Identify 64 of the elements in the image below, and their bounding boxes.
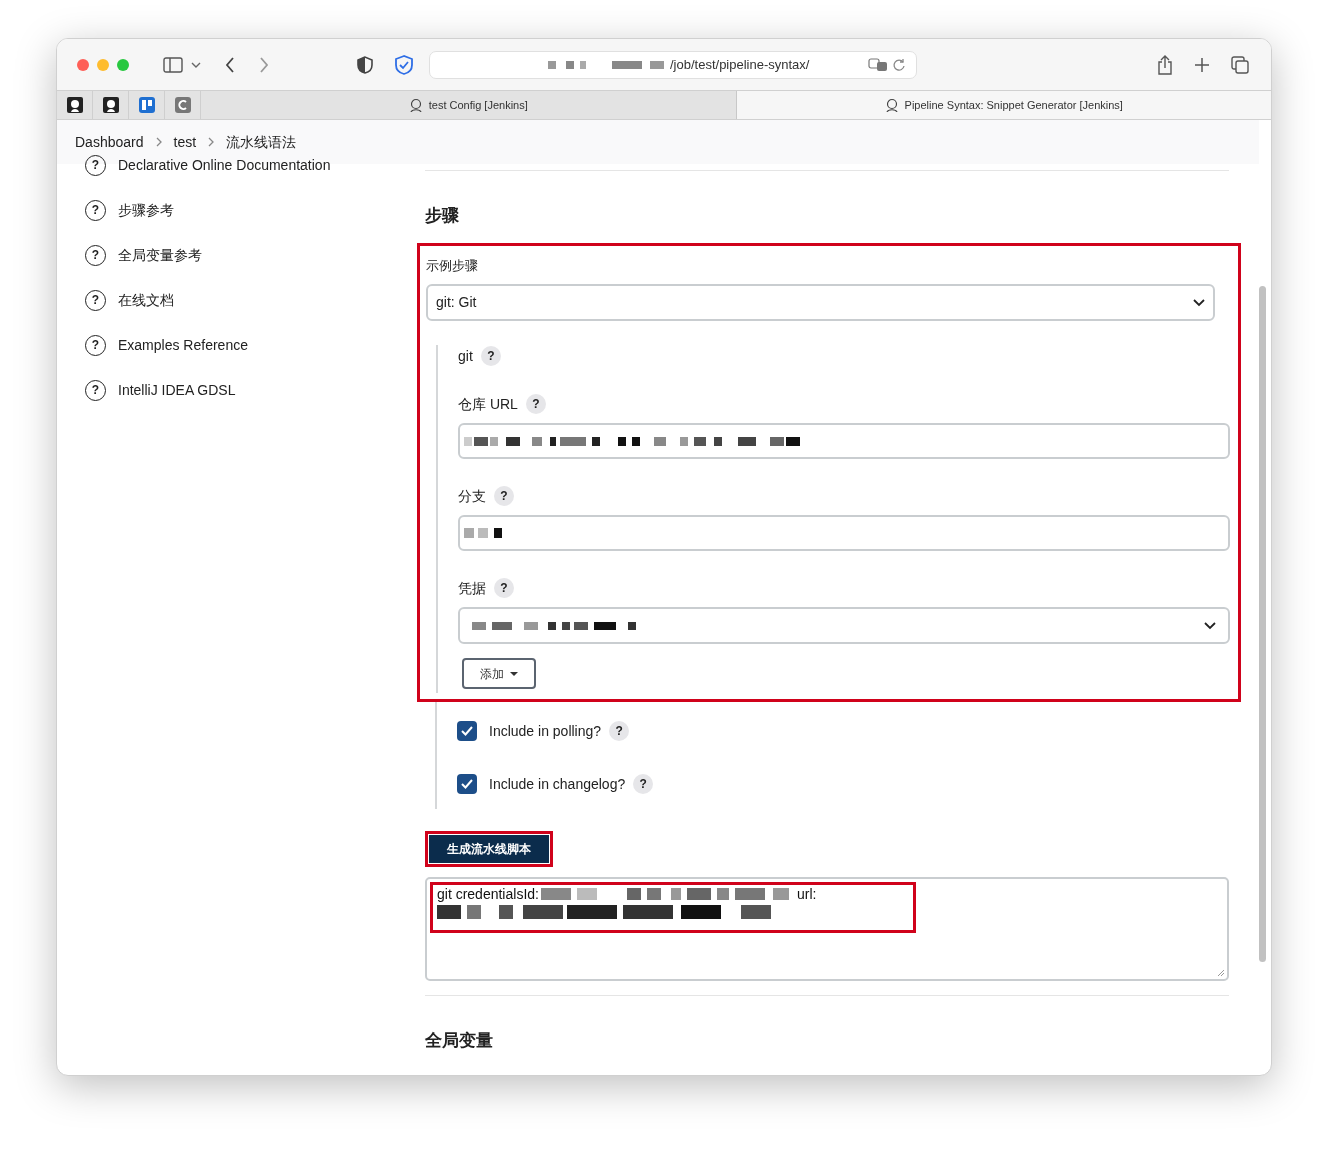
script-output-area[interactable]: git credentialsId: url: [425, 877, 1229, 981]
tab-title: test Config [Jenkins] [428, 97, 528, 113]
checkmark-icon [461, 726, 473, 736]
step-select[interactable]: git: Git [426, 284, 1215, 321]
script-text: url: [796, 885, 817, 903]
caret-icon [510, 671, 518, 676]
sidebar-link[interactable]: ? IntelliJ IDEA GDSL [85, 377, 425, 403]
field-label: 分支 [458, 486, 486, 506]
checkbox-label: Include in changelog? [489, 774, 626, 794]
board-icon [138, 97, 155, 113]
scrollbar-thumb[interactable] [1259, 286, 1266, 962]
tabs-overview-icon[interactable] [1231, 55, 1249, 74]
sidebar-link[interactable]: ? 步骤参考 [85, 197, 425, 223]
breadcrumb-link[interactable]: test [173, 131, 197, 153]
checkbox[interactable] [457, 774, 477, 794]
chevron-down-icon [1193, 298, 1205, 307]
checkbox[interactable] [457, 721, 477, 741]
browser-tab[interactable]: Pipeline Syntax: Snippet Generator [Jenkins] [736, 91, 1271, 119]
help-button[interactable]: ? [609, 721, 630, 741]
add-button[interactable]: 添加 [462, 658, 536, 689]
help-button[interactable]: ? [633, 774, 654, 794]
address-bar[interactable]: /job/test/pipeline-syntax/ [429, 50, 917, 79]
field-label: 仓库 URL [458, 394, 518, 414]
shield-check-icon[interactable] [395, 54, 413, 75]
input-field[interactable] [458, 515, 1230, 551]
close-window-button[interactable] [77, 58, 89, 71]
help-button[interactable]: ? [480, 346, 501, 366]
resize-handle-icon[interactable] [1217, 969, 1225, 977]
field-label: 示例步骤 [426, 256, 479, 275]
sidebar-icon[interactable] [163, 56, 183, 73]
url-text: /job/test/pipeline-syntax/ [670, 55, 810, 74]
forward-icon[interactable] [259, 56, 269, 73]
chevron-right-icon [155, 137, 162, 147]
breadcrumb-link[interactable]: 流水线语法 [226, 131, 297, 153]
sidebar-link[interactable]: ? 全局变量参考 [85, 242, 425, 268]
breadcrumb-link[interactable]: Dashboard [75, 131, 144, 153]
field-label: git [458, 346, 473, 366]
sidebar-link[interactable]: ? Declarative Online Documentation [85, 152, 425, 178]
reload-icon[interactable] [892, 57, 906, 72]
tab-title: Pipeline Syntax: Snippet Generator [Jenkins] [904, 97, 1123, 113]
checkbox-label: Include in polling? [489, 721, 602, 741]
chevron-down-icon[interactable] [191, 61, 201, 68]
chevron-right-icon [208, 137, 215, 147]
sidebar-link[interactable]: ? Examples Reference [85, 332, 425, 358]
c-letter-icon [174, 97, 191, 113]
help-button[interactable]: ? [525, 394, 546, 414]
checkmark-icon [461, 779, 473, 789]
credentials-select[interactable] [458, 607, 1230, 644]
help-button[interactable]: ? [494, 486, 514, 506]
generate-script-button[interactable]: 生成流水线脚本 [429, 835, 549, 863]
help-button[interactable]: ? [494, 578, 514, 598]
plus-icon[interactable] [1195, 57, 1209, 72]
back-icon[interactable] [225, 56, 235, 73]
section-heading: 步骤 [425, 205, 460, 227]
script-text: git credentialsId: [437, 885, 539, 903]
sidebar-link[interactable]: ? 在线文档 [85, 287, 425, 313]
share-icon[interactable] [1157, 54, 1173, 75]
shield-icon[interactable] [357, 55, 373, 74]
translate-icon[interactable] [868, 57, 888, 72]
section-heading: 全局变量 [425, 1030, 494, 1052]
pixelated-text-drawing [464, 528, 502, 538]
chevron-down-icon [1204, 621, 1216, 630]
field-label: 凭据 [458, 578, 486, 598]
input-field[interactable] [458, 423, 1230, 459]
